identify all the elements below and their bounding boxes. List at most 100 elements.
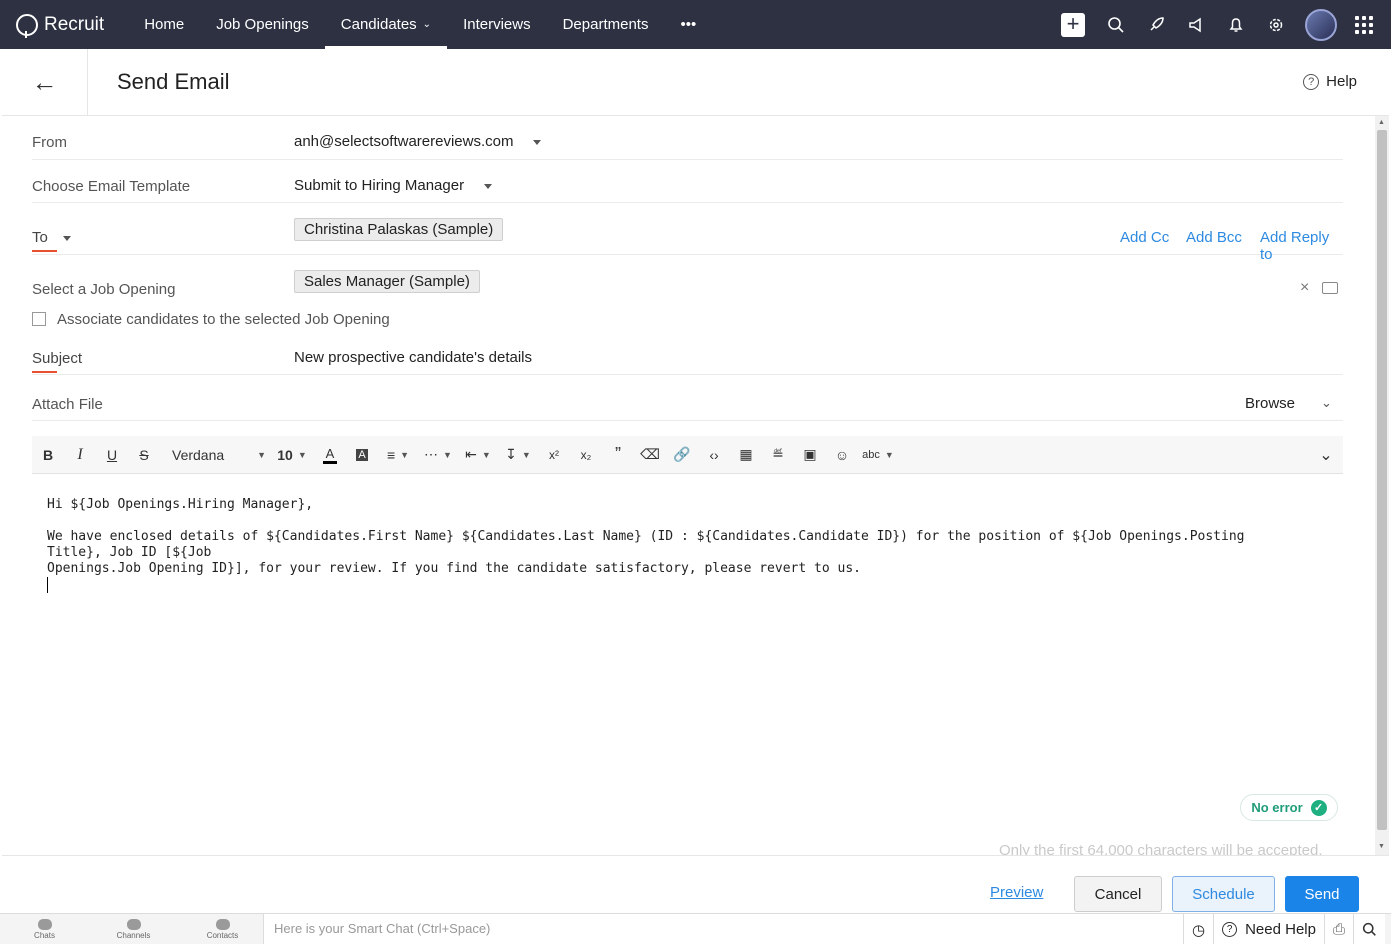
- plus-icon[interactable]: +: [1061, 12, 1085, 37]
- nav-items: Home Job Openings Candidates ⌄ Interviews…: [128, 0, 712, 49]
- help-button[interactable]: ? Help: [1303, 73, 1357, 90]
- to-recipient-chip[interactable]: Christina Palaskas (Sample): [294, 218, 504, 241]
- add-bcc-link[interactable]: Add Bcc: [1186, 229, 1242, 246]
- nav-candidates[interactable]: Candidates ⌄: [324, 0, 448, 49]
- rocket-icon[interactable]: [1145, 14, 1167, 36]
- associate-checkbox[interactable]: [32, 312, 46, 326]
- align-icon[interactable]: ≡ ▼: [378, 436, 418, 474]
- nav-interviews[interactable]: Interviews: [447, 0, 547, 49]
- link-icon[interactable]: 🔗: [666, 436, 698, 474]
- nav-job-openings[interactable]: Job Openings: [200, 0, 325, 49]
- scrollbar-thumb[interactable]: [1377, 130, 1387, 830]
- search-icon[interactable]: [1353, 914, 1385, 944]
- gear-icon[interactable]: [1265, 14, 1287, 36]
- contacts-icon: [215, 918, 230, 930]
- bell-icon[interactable]: [1225, 14, 1247, 36]
- schedule-button[interactable]: Schedule: [1172, 876, 1275, 912]
- nav-departments[interactable]: Departments: [547, 0, 665, 49]
- to-row: To Christina Palaskas (Sample) Add Cc Ad…: [32, 203, 1343, 263]
- page-title: Send Email: [117, 69, 230, 94]
- font-family-select[interactable]: Verdana ▼: [160, 436, 270, 474]
- strikethrough-icon[interactable]: S: [128, 436, 160, 474]
- apps-grid-icon[interactable]: [1355, 15, 1373, 34]
- table-icon[interactable]: ▦: [730, 436, 762, 474]
- smart-chat-input[interactable]: Here is your Smart Chat (Ctrl+Space): [263, 914, 1183, 944]
- line-height-icon[interactable]: ↧ ▼: [498, 436, 538, 474]
- attach-label: Attach File: [32, 396, 103, 413]
- dropdown-arrow-icon: [533, 139, 542, 145]
- spellcheck-status-badge: No error ✓: [1240, 794, 1338, 821]
- superscript-icon[interactable]: x²: [538, 436, 570, 474]
- nav-more[interactable]: •••: [664, 0, 712, 49]
- add-cc-link[interactable]: Add Cc: [1120, 229, 1169, 246]
- channels-icon: [126, 918, 141, 930]
- to-field[interactable]: Christina Palaskas (Sample): [294, 218, 504, 241]
- job-opening-block: Select a Job Opening Sales Manager (Samp…: [32, 255, 1343, 335]
- template-row: Choose Email Template Submit to Hiring M…: [32, 160, 1343, 203]
- channels-button[interactable]: Channels: [89, 914, 178, 944]
- quote-icon[interactable]: ”: [602, 436, 634, 474]
- email-body-editor[interactable]: Hi ${Job Openings.Hiring Manager}, We ha…: [47, 497, 1297, 598]
- text-cursor: [47, 577, 48, 593]
- megaphone-icon[interactable]: [1185, 14, 1207, 36]
- eraser-icon[interactable]: ⌫: [634, 436, 666, 474]
- nav-home[interactable]: Home: [128, 0, 200, 49]
- scrollbar[interactable]: ▲ ▼: [1375, 116, 1389, 856]
- text-color-icon[interactable]: A: [314, 436, 346, 474]
- code-icon[interactable]: ‹›: [698, 436, 730, 474]
- help-icon: ?: [1222, 922, 1238, 937]
- image-icon[interactable]: ▣: [794, 436, 826, 474]
- clear-icon[interactable]: ×: [1300, 279, 1309, 297]
- scroll-down-icon[interactable]: ▼: [1378, 843, 1385, 850]
- nav-actions: +: [1061, 0, 1391, 49]
- dropdown-arrow-icon: [484, 183, 493, 189]
- contacts-button[interactable]: Contacts: [178, 914, 267, 944]
- list-icon[interactable]: ⋯ ▼: [418, 436, 458, 474]
- scroll-up-icon[interactable]: ▲: [1378, 119, 1385, 126]
- need-help-button[interactable]: ? Need Help: [1213, 914, 1324, 944]
- from-select[interactable]: anh@selectsoftwarereviews.com: [294, 133, 542, 150]
- required-underline: [32, 250, 57, 252]
- briefcase-icon[interactable]: [1322, 282, 1338, 294]
- bottom-chat-bar: Chats Channels Contacts Here is your Sma…: [0, 913, 1391, 944]
- indent-icon[interactable]: ⇤ ▼: [458, 436, 498, 474]
- job-opening-label: Select a Job Opening: [32, 281, 176, 298]
- spellcheck-icon[interactable]: abc ▼: [858, 436, 898, 474]
- template-select[interactable]: Submit to Hiring Manager: [294, 177, 493, 194]
- chevron-down-icon[interactable]: ⌄: [1309, 436, 1343, 474]
- brand-logo[interactable]: Recruit: [16, 13, 104, 38]
- user-avatar[interactable]: [1305, 8, 1337, 41]
- browse-button[interactable]: Browse: [1245, 395, 1295, 412]
- send-button[interactable]: Send: [1285, 876, 1359, 912]
- print-icon[interactable]: ⎙: [1323, 914, 1353, 944]
- chats-button[interactable]: Chats: [0, 914, 89, 944]
- subscript-icon[interactable]: x₂: [570, 436, 602, 474]
- body-paragraph-line: We have enclosed details of ${Candidates…: [47, 529, 1245, 560]
- history-icon[interactable]: ◷: [1183, 914, 1213, 944]
- font-size-select[interactable]: 10 ▼: [270, 436, 314, 474]
- template-label: Choose Email Template: [32, 178, 191, 195]
- email-form: From anh@selectsoftwarereviews.com Choos…: [32, 116, 1343, 421]
- cancel-button[interactable]: Cancel: [1074, 876, 1162, 912]
- help-icon: ?: [1303, 73, 1320, 90]
- back-arrow-icon[interactable]: ←: [2, 48, 88, 116]
- search-icon[interactable]: [1105, 14, 1127, 36]
- highlight-color-icon[interactable]: A: [346, 436, 378, 474]
- to-label[interactable]: To: [32, 229, 71, 246]
- paragraph-format-icon[interactable]: ≝: [762, 436, 794, 474]
- chat-icon: [37, 918, 52, 930]
- top-navigation: Recruit Home Job Openings Candidates ⌄ In…: [0, 0, 1391, 49]
- underline-icon[interactable]: U: [96, 436, 128, 474]
- chevron-down-icon: ▼: [297, 449, 307, 460]
- emoji-icon[interactable]: ☺: [826, 436, 858, 474]
- bold-icon[interactable]: B: [32, 436, 64, 474]
- body-paragraph-line: Openings.Job Opening ID}], for your revi…: [47, 561, 861, 576]
- job-opening-field[interactable]: Sales Manager (Sample): [294, 270, 480, 293]
- chevron-down-icon[interactable]: ⌄: [1321, 395, 1332, 411]
- subject-input[interactable]: New prospective candidate's details: [294, 349, 532, 366]
- recruit-logo-icon: [16, 13, 38, 38]
- body-greeting: Hi ${Job Openings.Hiring Manager},: [47, 497, 314, 512]
- italic-icon[interactable]: I: [64, 436, 96, 474]
- job-opening-chip[interactable]: Sales Manager (Sample): [294, 270, 480, 293]
- preview-link[interactable]: Preview: [990, 884, 1043, 901]
